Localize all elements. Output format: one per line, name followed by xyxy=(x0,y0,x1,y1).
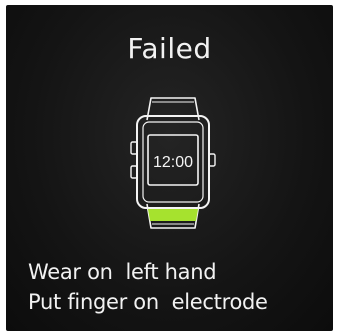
smartwatch-icon: 12:00 xyxy=(130,97,216,229)
instruction-line-wear: Wear on left hand xyxy=(28,260,217,284)
status-title: Failed xyxy=(127,32,212,65)
instruction-line-finger: Put finger on electrode xyxy=(28,290,268,314)
result-screen: Failed 12:00 Wear on left hand Put finge… xyxy=(6,5,333,331)
electrode-highlight xyxy=(148,209,198,221)
watch-time: 12:00 xyxy=(153,154,193,171)
